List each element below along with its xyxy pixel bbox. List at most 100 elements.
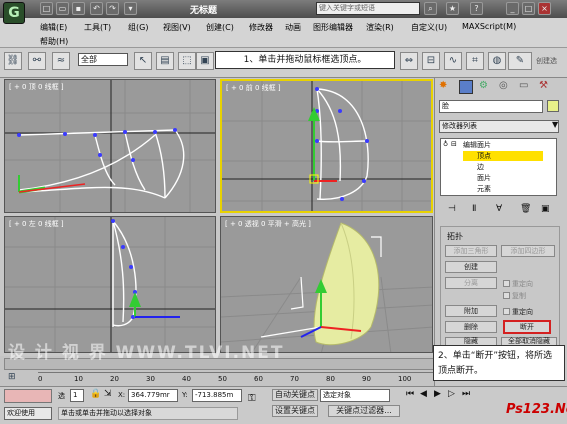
save-file-icon[interactable]: ▪ xyxy=(72,2,85,15)
key-filters-button[interactable]: 关键点过滤器... xyxy=(328,405,400,417)
reorient-checkbox[interactable]: 重定向 xyxy=(503,279,533,289)
menu-tools[interactable]: 工具(T) xyxy=(84,22,111,33)
go-to-end-icon[interactable]: ⏭ xyxy=(462,389,470,399)
selection-filter-dropdown[interactable]: 全部 xyxy=(78,53,128,66)
stack-item-patch[interactable]: 面片 xyxy=(477,173,491,183)
previous-frame-icon[interactable]: ◀ xyxy=(420,389,427,399)
lock-selection-icon[interactable]: 🔒 xyxy=(90,389,101,399)
new-file-icon[interactable]: □ xyxy=(40,2,53,15)
configure-sets-icon[interactable]: ▣ xyxy=(541,204,550,214)
menu-graph-editors[interactable]: 图形编辑器 xyxy=(313,22,353,33)
region-select-icon[interactable]: ⬚ xyxy=(178,52,196,70)
align-icon[interactable]: ⊟ xyxy=(422,52,440,70)
select-by-name-icon[interactable]: ▤ xyxy=(156,52,174,70)
viewport-label: [ + 0 前 0 线框 ] xyxy=(226,84,281,92)
open-file-icon[interactable]: ▭ xyxy=(56,2,69,15)
maximize-button[interactable]: □ xyxy=(522,2,535,15)
maxscript-listener[interactable] xyxy=(4,389,52,403)
menu-maxscript[interactable]: MAXScript(M) xyxy=(462,22,516,31)
modifier-list-dropdown[interactable]: 修改器列表 xyxy=(439,120,559,133)
motion-tab-icon[interactable]: ◎ xyxy=(499,80,508,91)
copy-checkbox[interactable]: 复制 xyxy=(503,291,526,301)
create-tab-icon[interactable]: ✸ xyxy=(439,80,447,91)
menu-edit[interactable]: 编辑(E) xyxy=(40,22,67,33)
unlink-icon[interactable]: ⚯ xyxy=(28,52,46,70)
break-button[interactable]: 断开 xyxy=(503,320,551,334)
modify-tab-icon[interactable] xyxy=(459,80,473,94)
window-crossing-icon[interactable]: ▣ xyxy=(196,52,214,70)
x-coordinate-field[interactable]: 364.779mr xyxy=(128,389,178,402)
select-object-icon[interactable]: ↖ xyxy=(134,52,152,70)
attach-reorient-checkbox[interactable]: 重定向 xyxy=(503,307,533,317)
menu-views[interactable]: 视图(V) xyxy=(163,22,191,33)
go-to-start-icon[interactable]: ⏮ xyxy=(406,389,414,399)
object-color-swatch[interactable] xyxy=(547,100,559,112)
create-button[interactable]: 创建 xyxy=(445,261,497,273)
app-logo-icon[interactable]: G xyxy=(3,2,25,24)
menu-rendering[interactable]: 渲染(R) xyxy=(366,22,394,33)
mini-curve-editor-icon[interactable]: ⊞ xyxy=(8,372,16,382)
binoculars-icon[interactable]: ⌕ xyxy=(424,2,437,15)
viewport-label: [ + 0 透视 0 平滑 + 高光 ] xyxy=(225,220,311,228)
viewport-left-canvas xyxy=(5,217,215,352)
bind-spacewarp-icon[interactable]: ≈ xyxy=(52,52,70,70)
display-tab-icon[interactable]: ▭ xyxy=(519,80,528,91)
remove-modifier-icon[interactable]: 🗑 xyxy=(520,204,531,214)
menu-create[interactable]: 创建(C) xyxy=(206,22,234,33)
absolute-mode-icon[interactable]: ⇲ xyxy=(104,389,112,399)
make-unique-icon[interactable]: ∀ xyxy=(496,204,502,214)
stack-item-edge[interactable]: 边 xyxy=(477,162,484,172)
select-link-icon[interactable]: ⛓ xyxy=(4,52,22,70)
pin-stack-icon[interactable]: ⊣ xyxy=(448,204,456,214)
lightbulb-icon[interactable]: ♁ xyxy=(443,140,448,148)
menu-help[interactable]: 帮助(H) xyxy=(40,36,68,47)
menu-group[interactable]: 组(G) xyxy=(128,22,148,33)
object-name-field[interactable]: 脸 xyxy=(439,100,543,113)
search-input[interactable]: 键入关键字或短语 xyxy=(316,2,420,15)
material-editor-icon[interactable]: ◍ xyxy=(488,52,506,70)
help-star-icon[interactable]: ★ xyxy=(446,2,459,15)
add-tri-button[interactable]: 添加三角形 xyxy=(445,245,497,257)
key-icon[interactable]: ⚿ xyxy=(248,393,256,404)
y-coordinate-field[interactable]: -713.885m xyxy=(192,389,242,402)
minimize-button[interactable]: _ xyxy=(506,2,519,15)
stack-item-element[interactable]: 元素 xyxy=(477,184,491,194)
next-frame-icon[interactable]: ▷ xyxy=(448,389,455,399)
play-icon[interactable]: ▶ xyxy=(434,389,441,399)
auto-key-button[interactable]: 自动关键点 xyxy=(272,389,318,401)
menu-customize[interactable]: 自定义(U) xyxy=(411,22,447,33)
menu-modifiers[interactable]: 修改器 xyxy=(249,22,273,33)
info-icon[interactable]: ? xyxy=(470,2,483,15)
named-selection-icon[interactable]: ✎ xyxy=(508,52,532,70)
undo-icon[interactable]: ↶ xyxy=(90,2,103,15)
selected-count: 1 xyxy=(70,389,84,402)
viewport-left[interactable]: [ + 0 左 0 线框 ] xyxy=(4,216,216,353)
hierarchy-tab-icon[interactable]: ⚙ xyxy=(479,80,488,91)
project-icon[interactable]: ▾ xyxy=(124,2,137,15)
utilities-tab-icon[interactable]: ⚒ xyxy=(539,80,548,91)
add-quad-button[interactable]: 添加四边形 xyxy=(501,245,555,257)
redo-icon[interactable]: ↷ xyxy=(106,2,119,15)
selection-set-dropdown[interactable]: 选定对象 xyxy=(320,389,390,402)
delete-button[interactable]: 删除 xyxy=(445,321,497,333)
stack-item-edit-patch[interactable]: 编辑面片 xyxy=(463,140,491,150)
show-end-result-icon[interactable]: Ⅱ xyxy=(472,204,476,214)
mirror-icon[interactable]: ⇔ xyxy=(400,52,418,70)
detach-button[interactable]: 分离 xyxy=(445,277,497,289)
track-bar[interactable]: 0 10 20 30 40 50 60 70 80 90 100 xyxy=(38,372,434,384)
attach-button[interactable]: 附加 xyxy=(445,305,497,317)
welcome-label: 欢迎使用 xyxy=(4,407,52,420)
viewport-perspective[interactable]: [ + 0 透视 0 平滑 + 高光 ] xyxy=(220,216,433,353)
chevron-down-icon[interactable]: ▼ xyxy=(552,120,558,129)
close-button[interactable]: × xyxy=(538,2,551,15)
curve-editor-icon[interactable]: ∿ xyxy=(444,52,462,70)
menu-animation[interactable]: 动画 xyxy=(285,22,301,33)
modifier-stack[interactable]: ♁ ⊟ 编辑面片 顶点 边 面片 元素 xyxy=(440,138,557,196)
viewport-front[interactable]: [ + 0 前 0 线框 ] xyxy=(220,79,433,213)
create-selection-set-label[interactable]: 创建选 xyxy=(536,56,557,66)
stack-item-vertex[interactable]: 顶点 xyxy=(463,151,543,161)
expand-icon[interactable]: ⊟ xyxy=(451,140,457,148)
viewport-top[interactable]: [ + 0 顶 0 线框 ] xyxy=(4,79,216,213)
set-key-button[interactable]: 设置关键点 xyxy=(272,405,318,417)
schematic-view-icon[interactable]: ⌗ xyxy=(466,52,484,70)
